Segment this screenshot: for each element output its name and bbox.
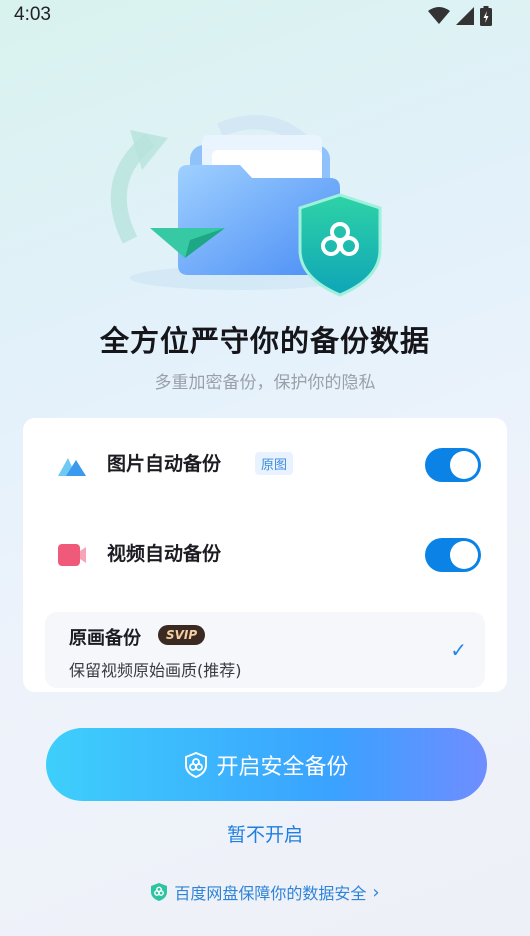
photo-backup-row: 图片自动备份 原图 <box>23 434 507 494</box>
original-quality-description: 保留视频原始画质(推荐) <box>69 661 242 680</box>
backup-settings-card: 图片自动备份 原图 视频自动备份 原画备份 SVIP 保留视频原始画质(推荐) … <box>23 418 507 692</box>
video-backup-row: 视频自动备份 <box>23 524 507 584</box>
page-title: 全方位严守你的备份数据 <box>99 324 430 358</box>
svip-badge: SVIP <box>158 625 206 645</box>
chevron-right-icon: › <box>372 881 380 903</box>
photo-icon <box>58 458 86 476</box>
photo-backup-label: 图片自动备份 <box>107 453 222 475</box>
status-icons <box>428 6 492 26</box>
security-footer-link[interactable]: 百度网盘保障你的数据安全 › <box>0 880 530 904</box>
battery-icon <box>480 6 492 26</box>
status-time: 4:03 <box>14 4 51 25</box>
video-backup-label: 视频自动备份 <box>107 543 222 565</box>
check-icon: ✓ <box>450 638 467 662</box>
footer-text: 百度网盘保障你的数据安全 <box>174 884 367 903</box>
hero-illustration <box>90 100 390 300</box>
wifi-icon <box>428 7 450 24</box>
video-backup-toggle[interactable] <box>425 538 481 572</box>
video-icon <box>58 544 86 566</box>
shield-cloud-icon <box>185 751 208 778</box>
original-quality-option[interactable]: 原画备份 SVIP 保留视频原始画质(推荐) ✓ <box>45 612 485 688</box>
page-subtitle: 多重加密备份，保护你的隐私 <box>154 373 376 393</box>
enable-backup-button[interactable]: 开启安全备份 <box>46 728 487 801</box>
signal-icon <box>456 7 474 25</box>
photo-backup-toggle[interactable] <box>425 448 481 482</box>
skip-backup-link[interactable]: 暂不开启 <box>0 820 530 847</box>
shield-cloud-icon <box>151 883 168 901</box>
status-bar: 4:03 <box>0 0 530 32</box>
original-quality-title: 原画备份 <box>69 628 141 649</box>
enable-backup-label: 开启安全备份 <box>216 754 349 780</box>
original-badge: 原图 <box>255 452 294 475</box>
